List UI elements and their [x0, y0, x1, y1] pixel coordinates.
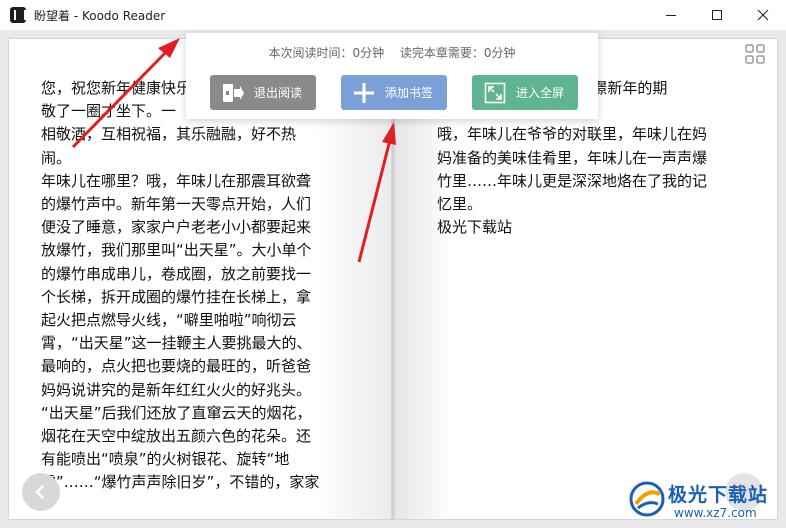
previous-page-button[interactable]: [22, 473, 60, 511]
watermark-logo-icon: [629, 481, 665, 517]
right-page-line: 妈准备的美味佳肴里，年味儿在一声声爆: [437, 148, 708, 167]
left-page-line: 的爆竹串成串儿，卷成圈，放之前要找一: [41, 264, 312, 283]
add-bookmark-label: 添加书签: [385, 86, 434, 100]
left-page-line: 便没了睡意，家家户户老老小小都要起来: [41, 218, 312, 237]
exit-reading-label: 退出阅读: [254, 86, 303, 100]
fullscreen-icon: [482, 81, 508, 105]
left-page-line: 妈妈说讲究的是新年红红火火的好兆头。: [41, 380, 312, 399]
plus-icon: [351, 81, 377, 105]
left-page-text: 您，祝您新年健康快乐 敬了一圈才坐下。一 相敬酒，互相祝福，其乐融融，好不热 闹。 年味…: [41, 77, 319, 495]
exit-icon: [220, 81, 246, 105]
left-page-line: 相敬酒，互相祝福，其乐融融，好不热: [41, 125, 297, 144]
right-page-line: 竹里……年味儿更是深深地烙在了我的记: [437, 171, 708, 190]
chevron-left-icon: [35, 485, 44, 499]
left-page-line: 霄，“出天星”这一挂鞭主人要挑最大的、: [41, 334, 312, 353]
left-page-line: 闹。: [41, 148, 72, 167]
chapter-remaining: 读完本章需要：0分钟: [399, 46, 516, 60]
exit-reading-button[interactable]: 退出阅读: [210, 75, 316, 110]
right-page-line: 忆里。: [437, 195, 483, 214]
window-title: 盼望着 - Koodo Reader: [34, 8, 166, 23]
app-icon: [10, 7, 26, 23]
right-page-line: 极光下载站: [437, 218, 513, 237]
left-page-line: 最响的，点火把也要烧的最旺的，听爸爸: [41, 357, 312, 376]
left-page-line: 的爆竹声中。新年第一天零点开始，人们: [41, 195, 312, 214]
window-controls: [648, 0, 786, 30]
title-bar: 盼望着 - Koodo Reader: [0, 0, 786, 30]
minimize-button[interactable]: [648, 0, 694, 30]
enter-fullscreen-button[interactable]: 进入全屏: [472, 75, 578, 110]
left-page-line: 个长梯，拆开成圈的爆竹挂在长梯上，拿: [41, 287, 312, 306]
add-bookmark-button[interactable]: 添加书签: [341, 75, 447, 110]
maximize-button[interactable]: [694, 0, 740, 30]
left-page-line: 年味儿在哪里？哦，年味儿在那震耳欲聋: [41, 171, 312, 190]
left-page-line: “出天星”后我们还放了直窜云天的烟花，: [41, 403, 312, 422]
close-icon: [757, 9, 769, 21]
reading-popup: 本次阅读时间：0分钟 读完本章需要：0分钟 退出阅读 添加书签 进入全屏: [186, 33, 598, 119]
left-page-line: 烟花在天空中绽放出五颜六色的花朵。还: [41, 427, 312, 446]
left-page-line: 起火把点燃导火线，“噼里啪啦”响彻云: [41, 311, 297, 330]
reading-stats: 本次阅读时间：0分钟 读完本章需要：0分钟: [186, 44, 598, 61]
watermark: 极光下载站 www.xz7.com: [628, 478, 778, 524]
watermark-url: www.xz7.com: [674, 506, 757, 520]
left-page-line: 有能喷出“喷泉”的火树银花、旋转“地: [41, 450, 290, 469]
left-page-line: 雷”……“爆竹声声除旧岁”，不错的，家家: [41, 473, 320, 492]
enter-fullscreen-label: 进入全屏: [516, 86, 565, 100]
close-button[interactable]: [740, 0, 786, 30]
maximize-icon: [712, 10, 722, 20]
watermark-title: 极光下载站: [668, 484, 769, 506]
left-page-line: 放爆竹，我们那里叫“出天星”。大小单个: [41, 241, 312, 260]
grid-icon[interactable]: [745, 44, 765, 64]
minimize-icon: [666, 15, 676, 16]
right-page-line: 哦，年味儿在爷爷的对联里，年味儿在妈: [437, 125, 708, 144]
reading-time: 本次阅读时间：0分钟: [268, 46, 385, 60]
